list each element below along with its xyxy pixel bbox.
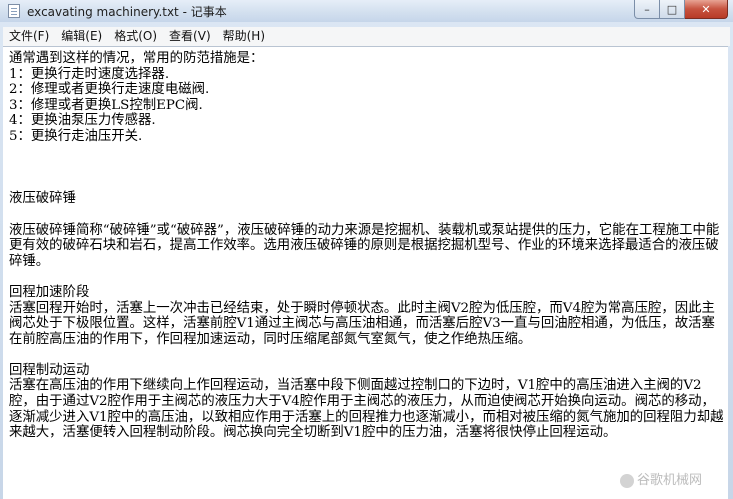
- menu-bar: 文件(F) 编辑(E) 格式(O) 查看(V) 帮助(H): [3, 27, 730, 46]
- text-line: [9, 207, 728, 223]
- notepad-app-icon[interactable]: [8, 4, 20, 18]
- close-button[interactable]: ✕: [685, 0, 728, 19]
- menu-file[interactable]: 文件(F): [3, 27, 55, 46]
- text-line: [9, 269, 728, 285]
- text-line: 3：修理或者更换LS控制EPC阀.: [9, 97, 203, 113]
- text-line: [9, 160, 728, 176]
- document-text[interactable]: 通常遇到这样的情况，常用的防范措施是： 1：更换行走时速度选择器. 2：修理或者更换…: [3, 47, 728, 441]
- text-line: 2：修理或者更换行走速度电磁阀.: [9, 82, 210, 98]
- menu-help[interactable]: 帮助(H): [217, 27, 271, 46]
- menu-view[interactable]: 查看(V): [163, 27, 217, 46]
- menu-format[interactable]: 格式(O): [108, 27, 163, 46]
- text-line: 4：更换油泵压力传感器.: [9, 113, 156, 129]
- text-line: 活塞在高压油的作用下继续向上作回程运动，当活塞中段下侧面越过控制口的下边时，V1…: [9, 378, 724, 441]
- text-line: 回程制动运动: [9, 362, 90, 378]
- caption-buttons: – □ ✕: [634, 0, 728, 20]
- notepad-window: excavating machinery.txt - 记事本 – □ ✕ 文件(…: [0, 0, 733, 499]
- window-title: excavating machinery.txt - 记事本: [27, 5, 227, 19]
- text-line: 1：更换行走时速度选择器.: [9, 66, 170, 82]
- watermark: 谷歌机械网: [619, 469, 702, 488]
- maximize-button[interactable]: □: [660, 0, 685, 19]
- text-line: [9, 176, 728, 192]
- watermark-logo-icon: [619, 473, 634, 488]
- watermark-text: 谷歌机械网: [636, 473, 702, 488]
- text-editor[interactable]: 通常遇到这样的情况，常用的防范措施是： 1：更换行走时速度选择器. 2：修理或者更换…: [3, 46, 728, 499]
- text-line: 回程加速阶段: [9, 284, 90, 300]
- text-line: 5：更换行走油压开关.: [9, 128, 143, 144]
- text-line: 通常遇到这样的情况，常用的防范措施是：: [9, 51, 264, 66]
- text-line: [9, 347, 728, 363]
- text-line: 液压破碎锤简称“破碎锤”或“破碎器”，液压破碎锤的动力来源是挖掘机、装载机或泵站…: [9, 222, 720, 269]
- minimize-button[interactable]: –: [634, 0, 660, 19]
- menu-edit[interactable]: 编辑(E): [55, 27, 108, 46]
- title-bar[interactable]: excavating machinery.txt - 记事本 – □ ✕: [0, 0, 733, 22]
- text-line: 活塞回程开始时，活塞上一次冲击已经结束，处于瞬时停顿状态。此时主阀V2腔为低压腔…: [9, 300, 715, 347]
- text-line: 液压破碎锤: [9, 191, 76, 207]
- text-line: [9, 145, 728, 161]
